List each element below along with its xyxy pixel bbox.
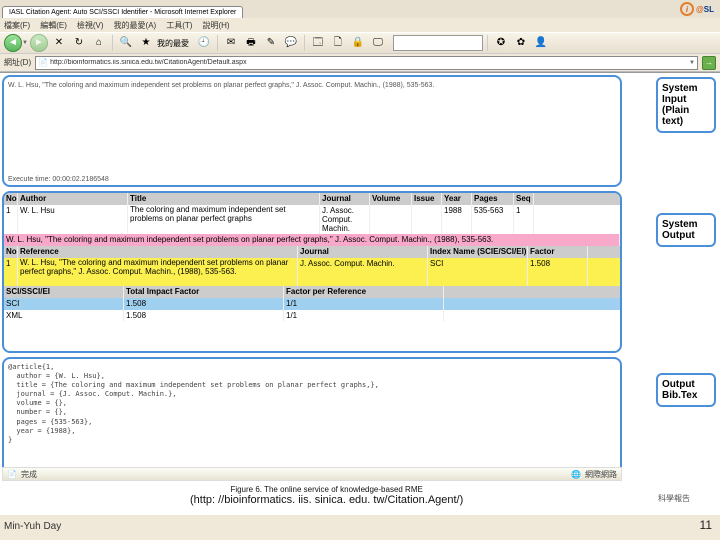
back-dropdown-icon[interactable]: ▼	[22, 40, 28, 46]
label-system-output: System Output	[656, 213, 716, 247]
page-icon: 📄	[38, 58, 48, 67]
menu-bar[interactable]: 檔案(F) 編輯(E) 檢視(V) 我的最愛(A) 工具(T) 說明(H)	[0, 18, 720, 32]
menu-help[interactable]: 說明(H)	[202, 20, 229, 31]
label-output-bibtex: Output Bib.Tex	[656, 373, 716, 407]
toolbar-icon-4[interactable]: 🖵	[369, 34, 387, 52]
table2-row: 1 W. L. Hsu, "The coloring and maximum i…	[4, 258, 620, 286]
bibtex-text: @article{1, author = {W. L. Hsu}, title …	[4, 359, 620, 449]
toolbar-icon-5[interactable]: ✪	[492, 34, 510, 52]
toolbar-icon-7[interactable]: 👤	[532, 34, 550, 52]
pane-system-output: No Author Title Journal Volume Issue Yea…	[2, 191, 622, 353]
pink-citation-row: W. L. Hsu, "The coloring and maximum ind…	[4, 234, 620, 246]
table1-row: 1 W. L. Hsu The coloring and maximum ind…	[4, 205, 620, 234]
address-bar[interactable]: 📄 http://bioinformatics.iis.sinica.edu.t…	[35, 56, 698, 70]
browser-chrome: IASL Citation Agent: Auto SCI/SSCI Ident…	[0, 0, 720, 73]
address-url: http://bioinformatics.iis.sinica.edu.tw/…	[50, 59, 689, 66]
toolbar-icon-6[interactable]: ✿	[512, 34, 530, 52]
history-button[interactable]: 🕘	[195, 34, 213, 52]
content-area: W. L. Hsu, "The coloring and maximum ind…	[0, 73, 720, 515]
browser-tab[interactable]: IASL Citation Agent: Auto SCI/SSCI Ident…	[2, 6, 243, 18]
table3-header: SCI/SSCI/EI Total Impact Factor Factor p…	[4, 286, 620, 298]
zone-text: 網際網路	[585, 469, 617, 480]
table1-header: No Author Title Journal Volume Issue Yea…	[4, 193, 620, 205]
slide-credit: 科學報告	[658, 493, 690, 504]
home-button[interactable]: ⌂	[90, 34, 108, 52]
table2-header: No Reference Journal Index Name (SCIE/SC…	[4, 246, 620, 258]
address-row: 網址(D) 📄 http://bioinformatics.iis.sinica…	[0, 54, 720, 72]
toolbar-icon-1[interactable]: 🗔	[309, 34, 327, 52]
refresh-button[interactable]: ↻	[70, 34, 88, 52]
menu-favorites[interactable]: 我的最愛(A)	[114, 20, 157, 31]
edit-button[interactable]: ✎	[262, 34, 280, 52]
print-button[interactable]: 🖶	[242, 34, 260, 52]
pane-system-input: W. L. Hsu, "The coloring and maximum ind…	[2, 75, 622, 187]
forward-button[interactable]: ►	[30, 34, 48, 52]
exec-time: Execute time: 00:00:02.2186548	[8, 176, 109, 183]
table3-row-1: SCI 1.508 1/1	[4, 298, 620, 310]
pane-bibtex: @article{1, author = {W. L. Hsu}, title …	[2, 357, 622, 479]
label-system-input: System Input (Plain text)	[656, 77, 716, 133]
browser-status-bar: 📄 完成 🌐 網際網路	[2, 467, 622, 481]
address-dropdown-icon[interactable]: ▼	[689, 60, 695, 66]
favorites-button[interactable]: ★	[137, 34, 155, 52]
table3-row-2: XML 1.508 1/1	[4, 310, 620, 322]
status-text: 完成	[21, 469, 37, 480]
menu-tools[interactable]: 工具(T)	[166, 20, 192, 31]
zone-icon: 🌐	[571, 470, 581, 479]
search-button[interactable]: 🔍	[117, 34, 135, 52]
stop-button[interactable]: ✕	[50, 34, 68, 52]
mail-button[interactable]: ✉	[222, 34, 240, 52]
favorites-label: 我的最愛	[157, 38, 189, 49]
back-button[interactable]: ◄	[4, 34, 22, 52]
iasl-logo: i @SL	[680, 2, 714, 16]
discuss-button[interactable]: 💬	[282, 34, 300, 52]
toolbar: ◄ ▼ ► ✕ ↻ ⌂ 🔍 ★ 我的最愛 🕘 ✉ 🖶 ✎ 💬 🗔 🗋 🔒 🖵 ✪…	[0, 32, 720, 54]
menu-edit[interactable]: 編輯(E)	[40, 20, 67, 31]
footer-author: Min-Yuh Day	[4, 521, 61, 532]
go-button[interactable]: →	[702, 56, 716, 70]
toolbar-search-input[interactable]	[393, 35, 483, 51]
tab-strip: IASL Citation Agent: Auto SCI/SSCI Ident…	[0, 0, 720, 18]
address-label: 網址(D)	[4, 57, 31, 68]
menu-view[interactable]: 檢視(V)	[77, 20, 104, 31]
toolbar-icon-2[interactable]: 🗋	[329, 34, 347, 52]
figure-caption: Figure 6. The online service of knowledg…	[190, 485, 463, 506]
input-citation-text: W. L. Hsu, "The coloring and maximum ind…	[4, 77, 620, 95]
toolbar-icon-3[interactable]: 🔒	[349, 34, 367, 52]
status-done-icon: 📄	[7, 470, 17, 479]
logo-circle-icon: i	[680, 2, 694, 16]
slide-number: 11	[700, 518, 712, 532]
menu-file[interactable]: 檔案(F)	[4, 20, 30, 31]
